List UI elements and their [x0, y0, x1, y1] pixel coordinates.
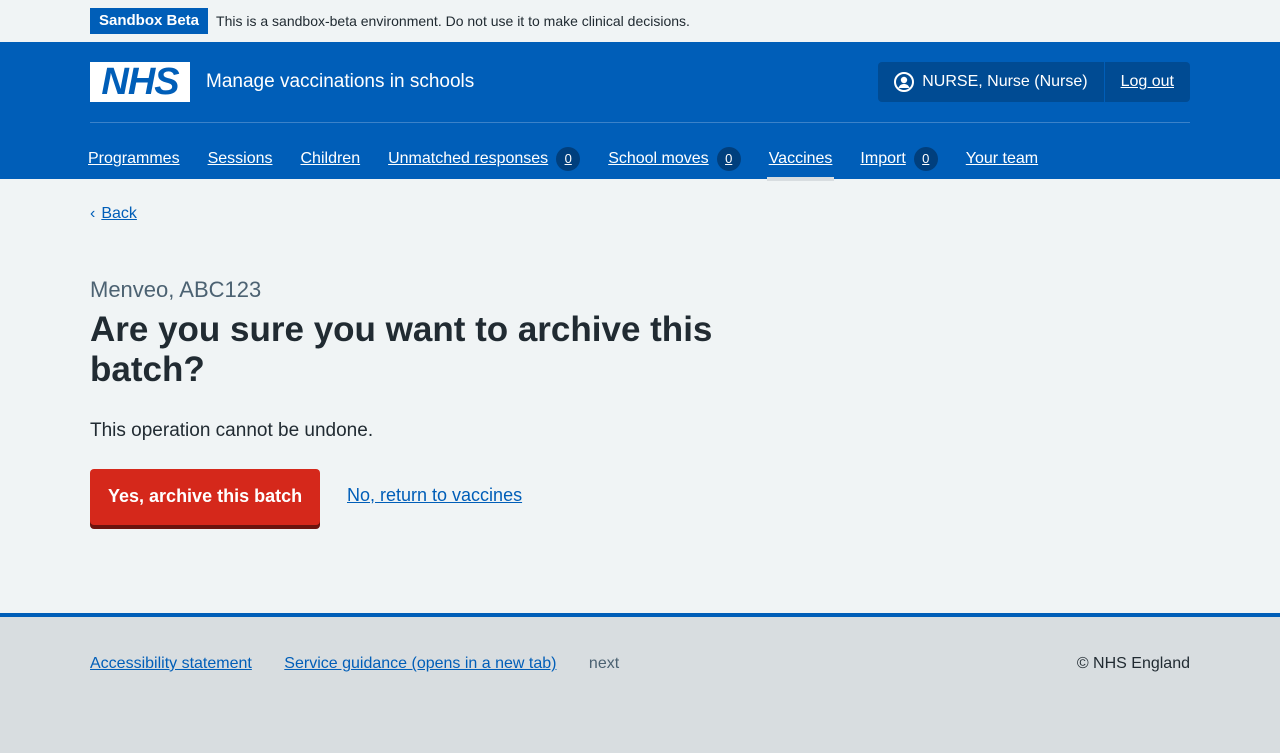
header: NHS Manage vaccinations in schools NURSE…: [0, 42, 1280, 181]
sandbox-tag: Sandbox Beta: [90, 8, 209, 34]
nav-school-moves[interactable]: School moves 0: [608, 139, 741, 179]
logout-link[interactable]: Log out: [1105, 62, 1190, 102]
back-link[interactable]: ‹ Back: [90, 205, 137, 223]
archive-batch-button[interactable]: Yes, archive this batch: [90, 469, 321, 525]
version-text: next: [588, 655, 620, 672]
accessibility-statement-link[interactable]: Accessibility statement: [90, 655, 252, 672]
user-name: NURSE, Nurse (Nurse): [922, 73, 1088, 90]
sandbox-banner: Sandbox Beta This is a sandbox-beta envi…: [0, 0, 1280, 42]
page-caption: Menveo, ABC123: [90, 277, 262, 302]
user-info: NURSE, Nurse (Nurse): [878, 62, 1105, 102]
footer: Accessibility statement Service guidance…: [0, 613, 1280, 753]
warning-text: This operation cannot be undone.: [90, 420, 374, 441]
sandbox-text: This is a sandbox-beta environment. Do n…: [216, 13, 690, 29]
page-title: Are you sure you want to archive this ba…: [90, 310, 713, 389]
nav-sessions[interactable]: Sessions: [208, 139, 273, 179]
nav-label: Your team: [965, 150, 1039, 167]
copyright: © NHS England: [1076, 655, 1190, 672]
nav-programmes[interactable]: Programmes: [88, 139, 180, 179]
nav-label: Sessions: [207, 150, 273, 167]
return-to-vaccines-link[interactable]: No, return to vaccines: [347, 485, 522, 506]
nav-unmatched-responses[interactable]: Unmatched responses 0: [388, 139, 581, 179]
chevron-left-icon: ‹: [90, 205, 96, 222]
nav-import[interactable]: Import 0: [860, 139, 938, 179]
primary-nav: Programmes Sessions Children Unmatched r…: [88, 139, 1066, 181]
count-badge: 0: [556, 147, 581, 171]
nav-label: Vaccines: [768, 150, 833, 167]
nav-label: Children: [300, 150, 361, 167]
account-menu: NURSE, Nurse (Nurse) Log out: [878, 62, 1190, 102]
nav-vaccines[interactable]: Vaccines: [766, 139, 835, 181]
nav-children[interactable]: Children: [301, 139, 361, 179]
back-label: Back: [101, 205, 137, 222]
service-name[interactable]: Manage vaccinations in schools: [206, 71, 474, 93]
nav-label: Programmes: [88, 150, 180, 167]
header-divider: [90, 122, 1190, 123]
nav-your-team[interactable]: Your team: [966, 139, 1038, 179]
user-icon: [894, 72, 915, 92]
count-badge: 0: [913, 147, 938, 171]
nav-label: Unmatched responses: [388, 150, 549, 167]
nav-label: Import: [860, 150, 906, 167]
count-badge: 0: [716, 147, 741, 171]
nhs-logo[interactable]: NHS: [90, 62, 190, 102]
nav-label: School moves: [608, 150, 709, 167]
service-guidance-link[interactable]: Service guidance (opens in a new tab): [284, 655, 556, 672]
